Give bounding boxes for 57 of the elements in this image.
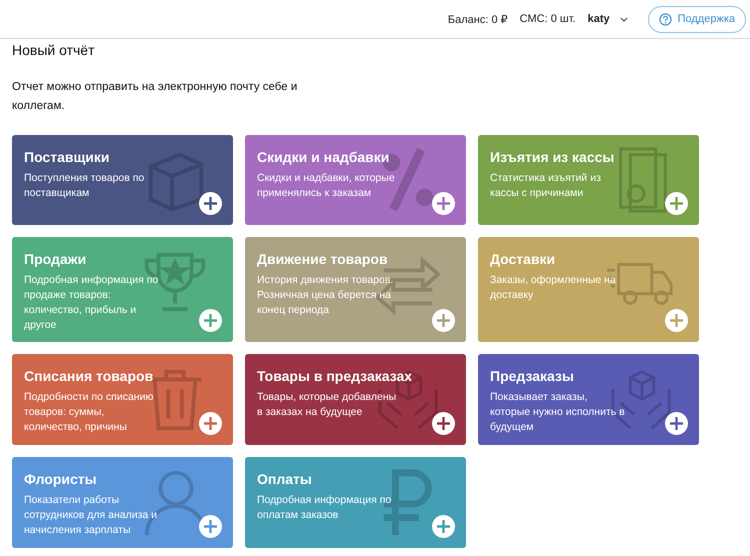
report-description: Скидки и надбавки, которые применялись к заказам — [257, 171, 396, 201]
chevron-down-icon[interactable] — [620, 16, 628, 22]
plus-icon — [204, 520, 217, 533]
page-description: Отчет можно отправить на электронную почту себе и коллегам. — [12, 80, 298, 114]
report-description: Поступления товаров по поставщикам — [24, 171, 146, 201]
report-title: Списания товаров — [24, 368, 154, 384]
plus-icon — [204, 314, 217, 327]
plus-icon — [437, 417, 450, 430]
report-card[interactable]: Оплаты Подробная информация по оплатам заказов — [245, 457, 466, 548]
report-card[interactable]: Поставщики Поступления товаров по поставщикам — [12, 135, 233, 225]
report-description: Подробности по списанию товаров: суммы, количество, причины — [24, 390, 154, 435]
report-title: Изъятия из кассы — [490, 149, 616, 165]
plus-icon — [670, 197, 683, 210]
plus-icon — [437, 520, 450, 533]
report-card[interactable]: Флористы Показатели работы сотрудников для анализа и начисления зарплаты — [12, 457, 233, 548]
page-title: Новый отчёт — [12, 42, 96, 58]
report-card[interactable]: Списания товаров Подробности по списанию товаров: суммы, количество, причины — [12, 354, 233, 445]
support-button[interactable]: Поддержка — [648, 6, 746, 32]
report-card[interactable]: Предзаказы Показывает заказы, которые нужно исполнить в будущем — [478, 354, 699, 445]
report-card[interactable]: Изъятия из кассы Статистика изъятий из кассы с причинами — [478, 135, 699, 225]
balance-text: Баланс: 0 ₽ — [448, 12, 508, 26]
report-card[interactable]: Движение товаров История движения товаров. Розничная цена берется на конец периода — [245, 237, 466, 342]
report-description: Товары, которые добавлены в заказах на будущее — [257, 390, 397, 420]
report-description: Подробная информация по оплатам заказов — [257, 493, 392, 523]
plus-icon — [204, 417, 217, 430]
report-title: Скидки и надбавки — [257, 149, 390, 165]
help-icon — [658, 12, 672, 26]
report-title: Оплаты — [257, 471, 313, 487]
add-button[interactable] — [665, 412, 688, 435]
report-title: Товары в предзаказах — [257, 368, 414, 384]
report-title: Предзаказы — [490, 368, 575, 384]
add-button[interactable] — [199, 192, 222, 215]
plus-icon — [437, 314, 450, 327]
report-title: Движение товаров — [257, 251, 389, 267]
sms-count-text: СМС: 0 шт. — [520, 13, 576, 25]
report-description: Заказы, оформленные на доставку — [490, 273, 617, 303]
report-card[interactable]: Продажи Подробная информация по продаже товаров: количество, прибыль и другое — [12, 237, 233, 342]
report-title: Продажи — [24, 251, 88, 267]
add-button[interactable] — [432, 412, 455, 435]
report-description: Подробная информация по продаже товаров: количество, прибыль и другое — [24, 273, 160, 333]
plus-icon — [670, 417, 683, 430]
plus-icon — [204, 197, 217, 210]
add-button[interactable] — [665, 192, 688, 215]
report-description: Статистика изъятий из кассы с причинами — [490, 171, 602, 201]
report-title: Поставщики — [24, 149, 110, 165]
report-title: Доставки — [490, 251, 556, 267]
report-card[interactable]: Доставки Заказы, оформленные на доставку — [478, 237, 699, 342]
report-card[interactable]: Товары в предзаказах Товары, которые добавлены в заказах на будущее — [245, 354, 466, 445]
report-description: Показатели работы сотрудников для анализа и начисления зарплаты — [24, 493, 158, 538]
report-card[interactable]: Скидки и надбавки Скидки и надбавки, которые применялись к заказам — [245, 135, 466, 225]
report-description: Показывает заказы, которые нужно исполнить в будущем — [490, 390, 626, 435]
add-button[interactable] — [199, 515, 222, 538]
plus-icon — [437, 197, 450, 210]
plus-icon — [670, 314, 683, 327]
user-name[interactable]: katy — [588, 13, 610, 25]
report-title: Флористы — [24, 471, 98, 487]
report-description: История движения товаров. Розничная цена берется на конец периода — [257, 273, 394, 318]
